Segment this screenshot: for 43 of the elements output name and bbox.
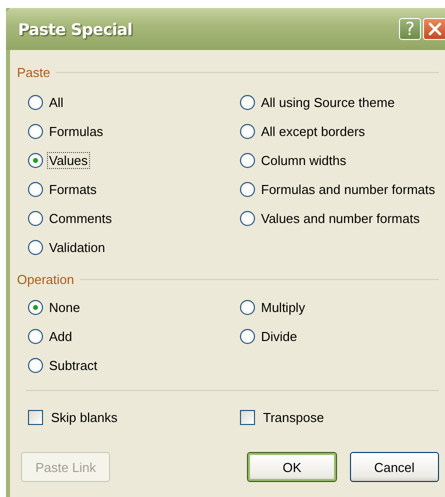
option-label[interactable]: Subtract bbox=[47, 357, 100, 374]
radio-button[interactable] bbox=[240, 124, 255, 139]
checkbox-label[interactable]: Skip blanks bbox=[49, 409, 120, 426]
dialog-button[interactable]: OK bbox=[247, 452, 337, 482]
radio-button[interactable] bbox=[28, 95, 43, 110]
option-label[interactable]: All using Source theme bbox=[259, 94, 397, 111]
checkbox-label[interactable]: Transpose bbox=[261, 409, 326, 426]
dialog-button[interactable]: Cancel bbox=[350, 452, 439, 482]
close-icon bbox=[428, 22, 442, 36]
option-label[interactable]: Divide bbox=[259, 328, 300, 345]
radio-button[interactable] bbox=[28, 358, 43, 373]
option-label[interactable]: Formulas and number formats bbox=[259, 181, 438, 198]
option-label[interactable]: Comments bbox=[47, 210, 114, 227]
radio-button[interactable] bbox=[28, 329, 43, 344]
option-label[interactable]: Validation bbox=[47, 239, 108, 256]
checkbox[interactable] bbox=[28, 410, 43, 425]
radio-button[interactable] bbox=[28, 153, 43, 168]
group-label: Paste bbox=[17, 65, 50, 80]
radio-button[interactable] bbox=[240, 182, 255, 197]
radio-button[interactable] bbox=[28, 240, 43, 255]
option-label[interactable]: Formats bbox=[47, 181, 99, 198]
radio-button[interactable] bbox=[240, 211, 255, 226]
option-label[interactable]: Add bbox=[47, 328, 74, 345]
radio-button[interactable] bbox=[240, 329, 255, 344]
group-label: Operation bbox=[17, 272, 74, 287]
option-label[interactable]: Multiply bbox=[259, 299, 308, 316]
checkbox[interactable] bbox=[240, 410, 255, 425]
option-label[interactable]: Values bbox=[47, 152, 90, 169]
option-label[interactable]: None bbox=[47, 299, 82, 316]
option-label[interactable]: All bbox=[47, 94, 66, 111]
radio-button[interactable] bbox=[28, 300, 43, 315]
radio-button[interactable] bbox=[28, 182, 43, 197]
option-label[interactable]: Column widths bbox=[259, 152, 348, 169]
option-label[interactable]: Formulas bbox=[47, 123, 106, 140]
radio-button[interactable] bbox=[240, 300, 255, 315]
radio-button[interactable] bbox=[240, 153, 255, 168]
radio-button[interactable] bbox=[28, 124, 43, 139]
radio-button[interactable] bbox=[240, 95, 255, 110]
radio-button[interactable] bbox=[28, 211, 43, 226]
option-label[interactable]: Values and number formats bbox=[259, 210, 422, 227]
close-button[interactable] bbox=[423, 18, 445, 40]
option-label[interactable]: All except borders bbox=[259, 123, 368, 140]
window-title: Paste Special bbox=[18, 20, 132, 38]
